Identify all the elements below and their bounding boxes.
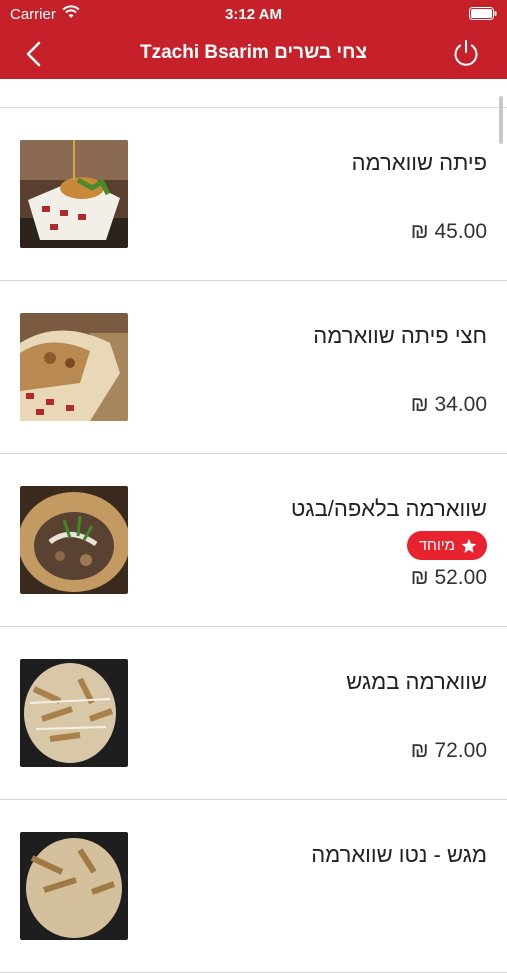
clock: 3:12 AM bbox=[225, 6, 282, 23]
item-price: ₪ 34.00 bbox=[410, 393, 487, 416]
page-title: Tzachi Bsarim צחי בשרים bbox=[139, 42, 368, 63]
list-item[interactable]: מגש - נטו שווארמה bbox=[0, 800, 507, 973]
list-item[interactable]: שווארמה במגש ₪ 72.00 bbox=[0, 627, 507, 800]
app-header: Carrier 3:12 AM Tzachi Bsarim צחי בשרים bbox=[0, 0, 507, 79]
list-item[interactable]: פיתה שווארמה ₪ 45.00 bbox=[0, 108, 507, 281]
badge-label: מיוחד bbox=[418, 537, 455, 554]
item-name: חצי פיתה שווארמה bbox=[313, 323, 487, 348]
item-name: שווארמה במגש bbox=[346, 669, 487, 694]
food-image bbox=[20, 659, 128, 767]
special-badge: מיוחד bbox=[406, 531, 487, 560]
menu-list: פיתה שווארמה ₪ 45.00 חצי פיתה שווארמה ₪ … bbox=[0, 108, 507, 973]
item-name: שווארמה בלאפה/בגט bbox=[290, 496, 487, 521]
list-item[interactable]: שווארמה בלאפה/בגט מיוחד ₪ 52.00 bbox=[0, 454, 507, 627]
star-icon bbox=[461, 538, 477, 553]
item-price: ₪ 45.00 bbox=[410, 220, 487, 243]
food-image bbox=[20, 313, 128, 421]
item-price: ₪ 52.00 bbox=[410, 566, 487, 589]
food-image bbox=[20, 832, 128, 940]
food-image bbox=[20, 486, 128, 594]
power-icon[interactable] bbox=[451, 38, 481, 68]
food-image bbox=[20, 140, 128, 248]
list-top-spacer bbox=[0, 79, 507, 108]
status-bar: Carrier 3:12 AM bbox=[0, 0, 507, 28]
item-name: מגש - נטו שווארמה bbox=[311, 842, 487, 867]
navigation-bar: Tzachi Bsarim צחי בשרים bbox=[0, 28, 507, 79]
list-item[interactable]: חצי פיתה שווארמה ₪ 34.00 bbox=[0, 281, 507, 454]
battery-icon bbox=[469, 7, 497, 20]
item-name: פיתה שווארמה bbox=[351, 150, 487, 175]
item-price: ₪ 72.00 bbox=[410, 739, 487, 762]
